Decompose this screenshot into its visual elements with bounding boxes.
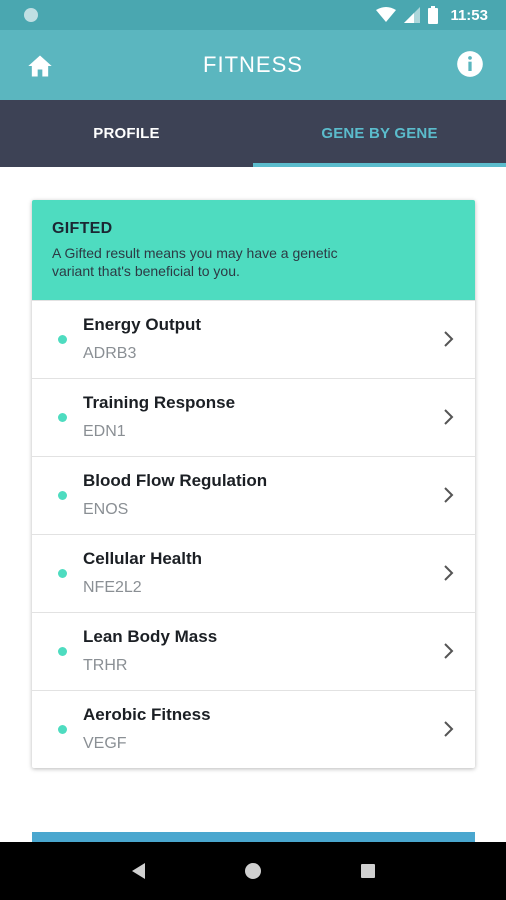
gene-code: TRHR	[83, 657, 128, 674]
status-dot-icon	[58, 725, 67, 734]
chevron-right-icon	[444, 721, 454, 737]
list-item-aerobic-fitness[interactable]: Aerobic Fitness VEGF	[32, 690, 475, 768]
system-nav-bar	[0, 842, 506, 900]
back-button[interactable]	[126, 859, 150, 883]
list-item-lean-body-mass[interactable]: Lean Body Mass TRHR	[32, 612, 475, 690]
home-button[interactable]	[26, 52, 54, 80]
home-nav-button[interactable]	[241, 859, 265, 883]
list-item-blood-flow-regulation[interactable]: Blood Flow Regulation ENOS	[32, 456, 475, 534]
card-description-line-2: variant that's beneficial to you.	[52, 263, 240, 279]
recents-icon	[361, 864, 376, 878]
list-item-energy-output[interactable]: Energy Output ADRB3	[32, 300, 475, 378]
tab-gene-by-gene[interactable]: GENE BY GENE	[253, 100, 506, 167]
gene-trait-name: Lean Body Mass	[83, 627, 218, 646]
chevron-right-icon	[444, 409, 454, 425]
gene-code: VEGF	[83, 735, 127, 752]
home-icon	[28, 55, 52, 77]
list-item-training-response[interactable]: Training Response EDN1	[32, 378, 475, 456]
chevron-right-icon	[444, 487, 454, 503]
notification-dot-icon	[24, 8, 38, 22]
info-icon	[457, 51, 483, 77]
recents-button[interactable]	[356, 859, 380, 883]
back-icon	[131, 863, 145, 879]
gene-trait-name: Cellular Health	[83, 549, 203, 568]
chevron-right-icon	[444, 643, 454, 659]
gifted-card-header: GIFTED A Gifted result means you may hav…	[32, 200, 475, 300]
signal-icon	[404, 7, 421, 23]
chevron-right-icon	[444, 565, 454, 581]
card-title: GIFTED	[52, 220, 113, 237]
home-circle-icon	[244, 863, 261, 879]
status-bar: 11:53	[0, 0, 506, 30]
card-description: A Gifted result means you may have a gen…	[52, 244, 455, 280]
gene-trait-name: Aerobic Fitness	[83, 705, 211, 724]
gene-trait-name: Energy Output	[83, 315, 202, 334]
tab-bar: PROFILE GENE BY GENE	[0, 100, 506, 167]
status-dot-icon	[58, 647, 67, 656]
list-item-cellular-health[interactable]: Cellular Health NFE2L2	[32, 534, 475, 612]
gene-code: ENOS	[83, 501, 129, 518]
next-card-peek[interactable]	[32, 832, 475, 842]
info-button[interactable]	[456, 50, 484, 78]
app-bar: FITNESS	[0, 30, 506, 100]
card-description-line-1: A Gifted result means you may have a gen…	[52, 245, 338, 261]
status-time: 11:53	[450, 6, 488, 24]
gifted-card: GIFTED A Gifted result means you may hav…	[32, 200, 475, 768]
battery-icon	[428, 6, 439, 24]
status-dot-icon	[58, 413, 67, 422]
page-title: FITNESS	[203, 52, 303, 77]
status-dot-icon	[58, 569, 67, 578]
gene-trait-name: Blood Flow Regulation	[83, 471, 268, 490]
gene-trait-name: Training Response	[83, 393, 236, 412]
status-icons: 11:53	[376, 6, 488, 24]
status-dot-icon	[58, 491, 67, 500]
chevron-right-icon	[444, 331, 454, 347]
gene-code: EDN1	[83, 423, 126, 440]
tab-profile[interactable]: PROFILE	[0, 100, 253, 167]
status-dot-icon	[58, 335, 67, 344]
gene-code: ADRB3	[83, 345, 137, 362]
gene-code: NFE2L2	[83, 579, 142, 596]
wifi-icon	[376, 7, 397, 22]
